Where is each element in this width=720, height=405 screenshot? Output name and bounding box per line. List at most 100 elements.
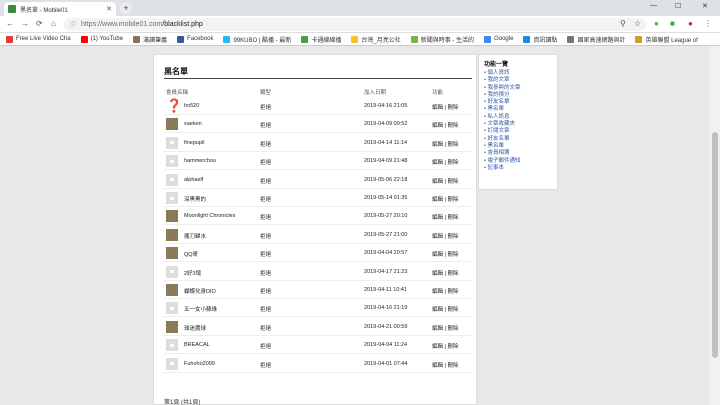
- sidebar-item[interactable]: 會員相簿: [484, 150, 552, 157]
- member-name-link[interactable]: 球迷農球: [184, 324, 206, 332]
- extension-icon[interactable]: ●: [654, 19, 659, 28]
- row-actions[interactable]: 編輯 | 刪除: [432, 269, 459, 277]
- member-name-link[interactable]: 擺刀歸水: [184, 232, 206, 240]
- row-actions[interactable]: 編輯 | 刪除: [432, 177, 459, 185]
- bookmark-item[interactable]: 99KUBO | 酷播 - 最新: [223, 35, 291, 44]
- member-name-link[interactable]: Fuhoho2099: [184, 361, 215, 367]
- member-name-link[interactable]: ho520: [184, 103, 199, 109]
- reload-icon[interactable]: ⟳: [36, 19, 43, 28]
- avatar[interactable]: [166, 357, 178, 370]
- sidebar-item[interactable]: 電子郵件通知: [484, 158, 552, 165]
- column-header-member: 會員名稱: [166, 90, 189, 96]
- bookmark-item[interactable]: (1) YouTube: [80, 35, 123, 43]
- avatar[interactable]: [166, 118, 178, 131]
- bookmark-item[interactable]: 台灣_月亮公社: [351, 35, 401, 44]
- row-actions[interactable]: 編輯 | 刪除: [432, 305, 459, 313]
- bookmark-label: 新聞與時事 - 生活的: [420, 37, 475, 44]
- table-row: 蝴蝶化身DIO 拒絕 2019-04-11 10:41 編輯 | 刪除: [164, 281, 472, 299]
- avatar[interactable]: [166, 210, 178, 223]
- bookmark-item[interactable]: 資訊讀點: [523, 35, 557, 44]
- sidebar-item[interactable]: 我的文章: [484, 77, 552, 84]
- bookmark-label: 資訊讀點: [533, 37, 558, 44]
- added-date: 2019-05-06 22:18: [364, 176, 408, 183]
- extension-green-icon[interactable]: ■: [670, 19, 675, 28]
- menu-icon[interactable]: ⋮: [704, 19, 712, 28]
- profile-avatar-icon[interactable]: ●: [688, 19, 693, 28]
- back-icon[interactable]: ←: [6, 19, 14, 28]
- member-name-link[interactable]: QQ哥: [184, 250, 198, 258]
- forward-icon[interactable]: →: [21, 19, 29, 28]
- member-name-link[interactable]: 深黑黑的: [184, 195, 206, 203]
- blacklist-panel: 黑名單 會員名稱 類型 加入日期 功能 ❓ ho520 拒絕 2019-04-16 2…: [153, 54, 477, 405]
- bookmark-item[interactable]: Free Live Video Cha: [6, 35, 71, 43]
- avatar[interactable]: [166, 136, 178, 149]
- member-name-link[interactable]: 2好3壞: [184, 269, 201, 277]
- row-actions[interactable]: 編輯 | 刪除: [432, 361, 459, 369]
- member-name-link[interactable]: finepupil: [184, 140, 205, 146]
- minimize-icon[interactable]: —: [650, 2, 657, 9]
- avatar[interactable]: [166, 155, 178, 168]
- avatar[interactable]: [166, 320, 178, 333]
- tab-close-icon[interactable]: ✕: [106, 5, 112, 13]
- avatar[interactable]: [166, 284, 178, 296]
- sidebar-item[interactable]: 訂閱文章: [484, 128, 552, 135]
- row-actions[interactable]: 編輯 | 刪除: [432, 103, 459, 111]
- row-actions[interactable]: 編輯 | 刪除: [432, 195, 459, 203]
- sidebar-item[interactable]: 我參與的文章: [484, 85, 552, 92]
- row-actions[interactable]: 編輯 | 刪除: [432, 324, 459, 332]
- sidebar-item[interactable]: 私人訊息: [484, 114, 552, 121]
- row-actions[interactable]: 編輯 | 刪除: [432, 287, 459, 295]
- bookmark-item[interactable]: Google: [484, 35, 513, 43]
- function-sidebar: 功能一覽 個人資訊我的文章我參與的文章我的積分好友名單黑名單私人訊息文章收藏夾訂…: [478, 54, 558, 190]
- page-scrollbar[interactable]: [710, 46, 720, 405]
- bookmark-favicon-icon: [80, 35, 88, 43]
- member-name-link[interactable]: Moonlight Chronicles: [184, 213, 235, 219]
- row-actions[interactable]: 編輯 | 刪除: [432, 213, 459, 221]
- bookmark-favicon-icon: [177, 35, 185, 43]
- sidebar-item[interactable]: 黑名單: [484, 106, 552, 113]
- avatar[interactable]: [166, 265, 178, 278]
- row-actions[interactable]: 編輯 | 刪除: [432, 250, 459, 258]
- member-name-link[interactable]: alphaelf: [184, 177, 203, 183]
- sidebar-item[interactable]: 記事本: [484, 165, 552, 172]
- bookmark-item[interactable]: 卡通線線播: [301, 35, 341, 44]
- avatar[interactable]: [166, 247, 178, 260]
- row-actions[interactable]: 編輯 | 刪除: [432, 342, 459, 350]
- sidebar-item[interactable]: 好友名單: [484, 136, 552, 143]
- avatar[interactable]: [166, 339, 178, 352]
- zoom-icon[interactable]: ⚲: [620, 19, 626, 28]
- site-favicon-icon: [8, 5, 16, 13]
- added-date: 2019-04-21 00:59: [364, 323, 408, 330]
- row-actions[interactable]: 編輯 | 刪除: [432, 140, 459, 148]
- avatar[interactable]: [166, 192, 178, 204]
- bookmark-item[interactable]: 英雄聯盟 League of: [635, 35, 698, 44]
- avatar[interactable]: [166, 173, 178, 186]
- maximize-icon[interactable]: ☐: [675, 2, 681, 10]
- added-date: 2019-04-04 20:57: [364, 250, 408, 257]
- member-name-link[interactable]: xaeken: [184, 121, 202, 127]
- member-name-link[interactable]: BREACAL: [184, 342, 210, 348]
- row-actions[interactable]: 編輯 | 刪除: [432, 158, 459, 166]
- member-name-link[interactable]: hammerchou: [184, 158, 216, 164]
- bookmark-star-icon[interactable]: ☆: [634, 19, 641, 28]
- window-close-icon[interactable]: ✕: [702, 2, 708, 10]
- site-info-icon[interactable]: ⓘ: [70, 20, 76, 29]
- bookmark-item[interactable]: 國家高速網路與計: [567, 35, 625, 44]
- row-actions[interactable]: 編輯 | 刪除: [432, 121, 459, 129]
- row-actions[interactable]: 編輯 | 刪除: [432, 232, 459, 240]
- member-name-link[interactable]: 五一女小蘇綠: [184, 305, 217, 313]
- member-name-link[interactable]: 蝴蝶化身DIO: [184, 287, 216, 295]
- avatar[interactable]: [166, 302, 178, 315]
- avatar[interactable]: ❓: [166, 99, 182, 112]
- added-date: 2019-04-09 21:48: [364, 158, 408, 165]
- browser-tab[interactable]: 黑名單 - Mobile01 ✕: [4, 2, 116, 16]
- column-header-added: 加入日期: [364, 90, 387, 96]
- avatar[interactable]: [166, 228, 178, 241]
- home-icon[interactable]: ⌂: [51, 19, 56, 28]
- new-tab-button[interactable]: +: [120, 3, 132, 14]
- bookmark-item[interactable]: 滿讀筆義: [133, 35, 167, 44]
- bookmark-item[interactable]: 新聞與時事 - 生活的: [410, 35, 475, 44]
- address-bar[interactable]: ⓘ https://www.mobile01.com/blacklist.php: [64, 18, 646, 31]
- bookmark-item[interactable]: Facebook: [177, 35, 213, 43]
- scrollbar-thumb[interactable]: [712, 132, 718, 358]
